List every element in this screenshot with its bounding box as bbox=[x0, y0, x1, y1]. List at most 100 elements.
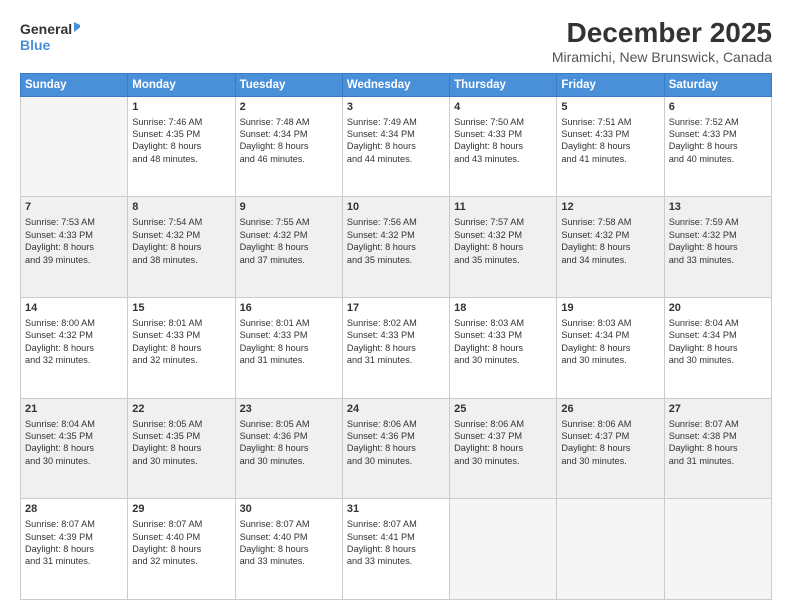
day-number: 19 bbox=[561, 301, 659, 316]
day-info: Daylight: 8 hours bbox=[454, 342, 552, 354]
day-info: and 30 minutes. bbox=[240, 455, 338, 467]
day-info: Sunrise: 7:46 AM bbox=[132, 116, 230, 128]
calendar-day-header: Saturday bbox=[664, 73, 771, 96]
day-info: and 30 minutes. bbox=[132, 455, 230, 467]
calendar-cell: 23Sunrise: 8:05 AMSunset: 4:36 PMDayligh… bbox=[235, 398, 342, 499]
day-info: Sunrise: 8:06 AM bbox=[454, 418, 552, 430]
day-info: Sunrise: 8:03 AM bbox=[454, 317, 552, 329]
day-info: Daylight: 8 hours bbox=[347, 342, 445, 354]
day-info: Daylight: 8 hours bbox=[132, 342, 230, 354]
day-number: 18 bbox=[454, 301, 552, 316]
calendar-cell: 6Sunrise: 7:52 AMSunset: 4:33 PMDaylight… bbox=[664, 96, 771, 197]
day-info: and 39 minutes. bbox=[25, 254, 123, 266]
calendar-header-row: SundayMondayTuesdayWednesdayThursdayFrid… bbox=[21, 73, 772, 96]
day-info: Daylight: 8 hours bbox=[454, 442, 552, 454]
day-info: and 35 minutes. bbox=[347, 254, 445, 266]
calendar-cell: 21Sunrise: 8:04 AMSunset: 4:35 PMDayligh… bbox=[21, 398, 128, 499]
day-info: Sunrise: 8:07 AM bbox=[132, 518, 230, 530]
day-info: Sunrise: 7:49 AM bbox=[347, 116, 445, 128]
day-number: 1 bbox=[132, 100, 230, 115]
day-info: Sunrise: 8:05 AM bbox=[240, 418, 338, 430]
day-info: Sunset: 4:39 PM bbox=[25, 531, 123, 543]
day-info: Sunrise: 7:56 AM bbox=[347, 216, 445, 228]
day-number: 17 bbox=[347, 301, 445, 316]
calendar-cell: 3Sunrise: 7:49 AMSunset: 4:34 PMDaylight… bbox=[342, 96, 449, 197]
day-info: Sunset: 4:32 PM bbox=[347, 229, 445, 241]
calendar-cell: 4Sunrise: 7:50 AMSunset: 4:33 PMDaylight… bbox=[450, 96, 557, 197]
day-number: 14 bbox=[25, 301, 123, 316]
day-number: 8 bbox=[132, 200, 230, 215]
calendar-cell: 31Sunrise: 8:07 AMSunset: 4:41 PMDayligh… bbox=[342, 499, 449, 600]
day-info: Sunrise: 8:02 AM bbox=[347, 317, 445, 329]
day-info: Sunrise: 7:50 AM bbox=[454, 116, 552, 128]
calendar-day-header: Sunday bbox=[21, 73, 128, 96]
day-info: Daylight: 8 hours bbox=[132, 140, 230, 152]
day-info: Daylight: 8 hours bbox=[347, 442, 445, 454]
day-info: Sunrise: 8:07 AM bbox=[347, 518, 445, 530]
day-info: Sunset: 4:33 PM bbox=[132, 329, 230, 341]
day-info: Sunrise: 8:01 AM bbox=[132, 317, 230, 329]
calendar-cell: 14Sunrise: 8:00 AMSunset: 4:32 PMDayligh… bbox=[21, 298, 128, 399]
day-info: Sunrise: 7:58 AM bbox=[561, 216, 659, 228]
day-number: 30 bbox=[240, 502, 338, 517]
day-info: and 30 minutes. bbox=[454, 455, 552, 467]
day-info: Sunrise: 7:57 AM bbox=[454, 216, 552, 228]
logo-svg: General Blue bbox=[20, 18, 80, 54]
calendar-cell: 30Sunrise: 8:07 AMSunset: 4:40 PMDayligh… bbox=[235, 499, 342, 600]
day-info: Daylight: 8 hours bbox=[669, 342, 767, 354]
day-info: Sunset: 4:40 PM bbox=[132, 531, 230, 543]
day-info: and 43 minutes. bbox=[454, 153, 552, 165]
day-info: Daylight: 8 hours bbox=[25, 442, 123, 454]
day-info: and 32 minutes. bbox=[132, 354, 230, 366]
day-info: Sunset: 4:35 PM bbox=[132, 430, 230, 442]
day-info: and 30 minutes. bbox=[561, 354, 659, 366]
calendar-cell: 2Sunrise: 7:48 AMSunset: 4:34 PMDaylight… bbox=[235, 96, 342, 197]
day-info: Sunset: 4:34 PM bbox=[561, 329, 659, 341]
calendar-cell: 5Sunrise: 7:51 AMSunset: 4:33 PMDaylight… bbox=[557, 96, 664, 197]
calendar-cell: 17Sunrise: 8:02 AMSunset: 4:33 PMDayligh… bbox=[342, 298, 449, 399]
day-info: and 30 minutes. bbox=[454, 354, 552, 366]
calendar-cell: 19Sunrise: 8:03 AMSunset: 4:34 PMDayligh… bbox=[557, 298, 664, 399]
day-info: Daylight: 8 hours bbox=[132, 241, 230, 253]
day-info: Sunset: 4:40 PM bbox=[240, 531, 338, 543]
day-info: Sunset: 4:33 PM bbox=[669, 128, 767, 140]
calendar-table: SundayMondayTuesdayWednesdayThursdayFrid… bbox=[20, 73, 772, 600]
svg-text:General: General bbox=[20, 21, 72, 37]
day-info: Sunset: 4:33 PM bbox=[454, 329, 552, 341]
day-info: Sunset: 4:32 PM bbox=[25, 329, 123, 341]
day-info: and 33 minutes. bbox=[347, 555, 445, 567]
title-block: December 2025 Miramichi, New Brunswick, … bbox=[552, 18, 772, 65]
day-info: Daylight: 8 hours bbox=[132, 543, 230, 555]
header: General Blue December 2025 Miramichi, Ne… bbox=[20, 18, 772, 65]
day-info: Daylight: 8 hours bbox=[669, 442, 767, 454]
day-info: Daylight: 8 hours bbox=[25, 241, 123, 253]
day-number: 22 bbox=[132, 402, 230, 417]
day-number: 12 bbox=[561, 200, 659, 215]
day-info: Daylight: 8 hours bbox=[347, 543, 445, 555]
day-info: and 37 minutes. bbox=[240, 254, 338, 266]
day-info: and 30 minutes. bbox=[669, 354, 767, 366]
calendar-cell: 13Sunrise: 7:59 AMSunset: 4:32 PMDayligh… bbox=[664, 197, 771, 298]
day-info: and 48 minutes. bbox=[132, 153, 230, 165]
day-number: 7 bbox=[25, 200, 123, 215]
day-info: Sunset: 4:35 PM bbox=[132, 128, 230, 140]
day-number: 24 bbox=[347, 402, 445, 417]
day-info: and 30 minutes. bbox=[561, 455, 659, 467]
calendar-cell: 22Sunrise: 8:05 AMSunset: 4:35 PMDayligh… bbox=[128, 398, 235, 499]
day-info: Sunrise: 8:04 AM bbox=[669, 317, 767, 329]
day-number: 11 bbox=[454, 200, 552, 215]
day-info: and 31 minutes. bbox=[25, 555, 123, 567]
day-info: Sunset: 4:32 PM bbox=[132, 229, 230, 241]
logo: General Blue bbox=[20, 18, 80, 54]
calendar-week-row: 14Sunrise: 8:00 AMSunset: 4:32 PMDayligh… bbox=[21, 298, 772, 399]
calendar-cell: 12Sunrise: 7:58 AMSunset: 4:32 PMDayligh… bbox=[557, 197, 664, 298]
day-number: 4 bbox=[454, 100, 552, 115]
day-number: 28 bbox=[25, 502, 123, 517]
day-info: Sunrise: 7:59 AM bbox=[669, 216, 767, 228]
calendar-cell: 26Sunrise: 8:06 AMSunset: 4:37 PMDayligh… bbox=[557, 398, 664, 499]
day-info: Daylight: 8 hours bbox=[561, 241, 659, 253]
day-info: Daylight: 8 hours bbox=[561, 342, 659, 354]
day-info: Daylight: 8 hours bbox=[25, 543, 123, 555]
day-info: and 40 minutes. bbox=[669, 153, 767, 165]
page-subtitle: Miramichi, New Brunswick, Canada bbox=[552, 49, 772, 65]
